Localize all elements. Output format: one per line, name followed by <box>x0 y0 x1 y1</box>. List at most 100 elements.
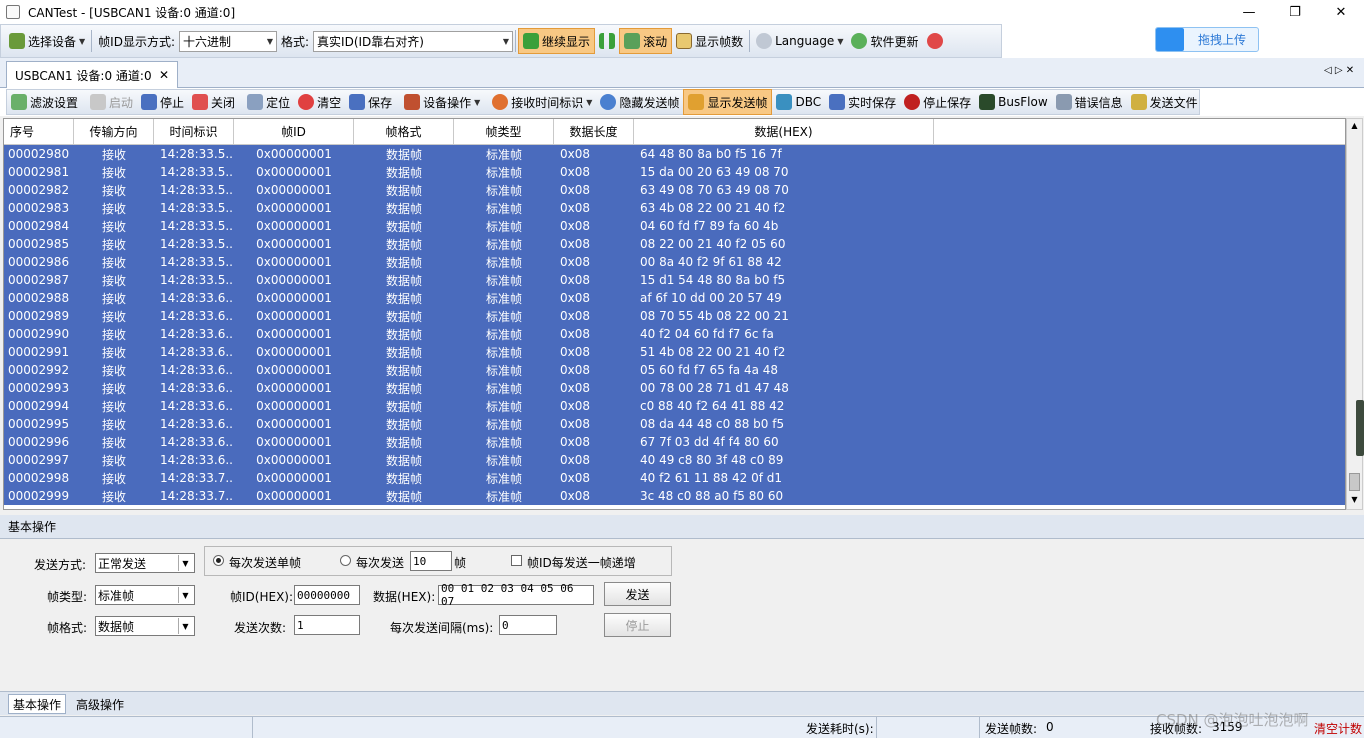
table-cell: 接收 <box>101 219 126 234</box>
basic-panel-header: 基本操作 <box>0 515 1364 539</box>
id-format-select[interactable]: 十六进制 ▼ <box>179 30 277 52</box>
table-cell: 14:28:33.6... <box>160 417 234 431</box>
send-mode-select[interactable]: 正常发送 ▼ <box>95 553 195 573</box>
close-tab-icon[interactable]: ✕ <box>159 68 169 82</box>
stop-save-button[interactable]: 停止保存 <box>900 89 975 115</box>
tab-basic[interactable]: 基本操作 <box>8 694 67 714</box>
table-row[interactable]: 00002987 接收 14:28:33.5... 0x00000001 数据帧 标准帧 0… <box>4 271 1345 289</box>
data-input[interactable]: 00 01 02 03 04 05 06 07 <box>438 582 594 608</box>
table-row[interactable]: 00002992 接收 14:28:33.6... 0x00000001 数据帧 标准帧 0… <box>4 361 1345 379</box>
column-header[interactable]: 帧类型 <box>454 119 554 144</box>
minimize-button[interactable]: — <box>1226 0 1272 24</box>
clear-count-link[interactable]: 清空计数 <box>1314 720 1362 737</box>
table-row[interactable]: 00002981 接收 14:28:33.5... 0x00000001 数据帧 标准帧 0… <box>4 163 1345 181</box>
table-row[interactable]: 00002990 接收 14:28:33.6... 0x00000001 数据帧 标准帧 0… <box>4 325 1345 343</box>
filter-settings-button[interactable]: 滤波设置 <box>7 89 82 115</box>
column-header[interactable]: 序号 <box>4 119 74 144</box>
start-button[interactable]: 启动 <box>86 89 137 115</box>
help-button[interactable] <box>923 28 947 54</box>
table-cell: 0x00000001 <box>256 237 332 251</box>
column-header[interactable]: 数据长度 <box>554 119 634 144</box>
clear-button[interactable]: 清空 <box>294 89 345 115</box>
column-header[interactable]: 时间标识 <box>154 119 234 144</box>
table-cell: 0x00000001 <box>256 255 332 269</box>
table-row[interactable]: 00002980 接收 14:28:33.5... 0x00000001 数据帧 标准帧 0… <box>4 145 1345 163</box>
stop-send-button[interactable]: 停止 <box>604 613 671 637</box>
table-row[interactable]: 00002995 接收 14:28:33.6... 0x00000001 数据帧 标准帧 0… <box>4 415 1345 433</box>
maximize-button[interactable]: ❐ <box>1272 0 1318 24</box>
device-ops-button[interactable]: 设备操作 ▼ <box>400 89 484 115</box>
table-row[interactable]: 00002999 接收 14:28:33.7... 0x00000001 数据帧 标准帧 0… <box>4 487 1345 505</box>
table-row[interactable]: 00002991 接收 14:28:33.6... 0x00000001 数据帧 标准帧 0… <box>4 343 1345 361</box>
table-row[interactable]: 00002998 接收 14:28:33.7... 0x00000001 数据帧 标准帧 0… <box>4 469 1345 487</box>
frame-type-select[interactable]: 标准帧 ▼ <box>95 585 195 605</box>
continue-display-button[interactable]: 继续显示 <box>518 28 596 54</box>
radio-single[interactable] <box>213 555 224 566</box>
table-row[interactable]: 00002989 接收 14:28:33.6... 0x00000001 数据帧 标准帧 0… <box>4 307 1345 325</box>
column-header[interactable]: 传输方向 <box>74 119 154 144</box>
column-header[interactable]: 数据(HEX) <box>634 119 934 144</box>
table-cell: 0x08 <box>560 363 591 377</box>
hide-send-frames-button[interactable]: 隐藏发送帧 <box>596 89 683 115</box>
table-row[interactable]: 00002997 接收 14:28:33.6... 0x00000001 数据帧 标准帧 0… <box>4 451 1345 469</box>
close-device-button[interactable]: 关闭 <box>188 89 239 115</box>
send-button[interactable]: 发送 <box>604 582 671 606</box>
table-row[interactable]: 00002982 接收 14:28:33.5... 0x00000001 数据帧 标准帧 0… <box>4 181 1345 199</box>
table-row[interactable]: 00002983 接收 14:28:33.5... 0x00000001 数据帧 标准帧 0… <box>4 199 1345 217</box>
tab-usbcan1[interactable]: USBCAN1 设备:0 通道:0 ✕ <box>6 61 178 88</box>
frame-format-select[interactable]: 数据帧 ▼ <box>95 616 195 636</box>
stop-button[interactable]: 停止 <box>137 89 188 115</box>
software-update-button[interactable]: 软件更新 <box>847 28 922 54</box>
save-button[interactable]: 保存 <box>345 89 396 115</box>
radio-multi[interactable] <box>340 555 351 566</box>
table-row[interactable]: 00002988 接收 14:28:33.6... 0x00000001 数据帧 标准帧 0… <box>4 289 1345 307</box>
locate-button[interactable]: 定位 <box>243 89 294 115</box>
show-frame-count-button[interactable]: 显示帧数 <box>672 28 747 54</box>
table-row[interactable]: 00002985 接收 14:28:33.5... 0x00000001 数据帧 标准帧 0… <box>4 235 1345 253</box>
tab-nav-icons[interactable]: ◁ ▷ ✕ <box>1324 65 1354 76</box>
pause-button[interactable] <box>595 28 619 54</box>
table-cell: 数据帧 <box>385 471 422 486</box>
frame-format-value: 数据帧 <box>98 619 135 634</box>
table-row[interactable]: 00002986 接收 14:28:33.5... 0x00000001 数据帧 标准帧 0… <box>4 253 1345 271</box>
table-cell: 00002990 <box>8 327 70 341</box>
table-cell: 0x00000001 <box>256 471 332 485</box>
table-row[interactable]: 00002984 接收 14:28:33.5... 0x00000001 数据帧 标准帧 0… <box>4 217 1345 235</box>
scroll-down-icon[interactable]: ▼ <box>1349 495 1360 505</box>
table-row[interactable]: 00002996 接收 14:28:33.6... 0x00000001 数据帧 标准帧 0… <box>4 433 1345 451</box>
realtime-save-button[interactable]: 实时保存 <box>825 89 900 115</box>
error-info-button[interactable]: 错误信息 <box>1052 89 1127 115</box>
select-device-button[interactable]: 选择设备 ▼ <box>5 28 89 54</box>
table-cell: 0x08 <box>560 165 591 179</box>
format-select[interactable]: 真实ID(ID靠右对齐) ▼ <box>313 30 514 52</box>
increment-checkbox[interactable] <box>511 555 522 566</box>
dbc-button[interactable]: DBC <box>772 89 825 115</box>
recv-timestamp-button[interactable]: 接收时间标识 ▼ <box>488 89 596 115</box>
show-send-frames-button[interactable]: 显示发送帧 <box>683 89 773 115</box>
table-cell: 接收 <box>101 363 126 378</box>
send-file-button[interactable]: 发送文件 <box>1127 89 1202 115</box>
scroll-button[interactable]: 滚动 <box>619 28 673 54</box>
busflow-button[interactable]: BusFlow <box>975 89 1051 115</box>
frame-format-label: 帧格式: <box>47 621 88 635</box>
column-header[interactable]: 帧格式 <box>354 119 454 144</box>
message-grid[interactable]: 序号 传输方向 时间标识 帧ID 帧格式 帧类型 数据长度 数据(HEX) 00002980 接… <box>3 118 1346 510</box>
column-header[interactable]: 帧ID <box>234 119 354 144</box>
send-times-input[interactable]: 1 <box>294 615 360 635</box>
table-cell: 00002982 <box>8 183 70 197</box>
table-cell: 0x08 <box>560 489 591 503</box>
interval-input[interactable]: 0 <box>499 615 557 635</box>
table-row[interactable]: 00002993 接收 14:28:33.6... 0x00000001 数据帧 标准帧 0… <box>4 379 1345 397</box>
tab-advanced[interactable]: 高级操作 <box>76 696 124 713</box>
upload-button[interactable]: 拖拽上传 <box>1155 27 1259 52</box>
table-cell: 数据帧 <box>385 291 422 306</box>
scroll-thumb[interactable] <box>1349 473 1360 491</box>
send-file-label: 发送文件 <box>1149 95 1198 110</box>
table-row[interactable]: 00002994 接收 14:28:33.6... 0x00000001 数据帧 标准帧 0… <box>4 397 1345 415</box>
table-cell: 标准帧 <box>485 345 522 360</box>
frame-id-input[interactable]: 00000000 <box>294 585 360 605</box>
close-window-button[interactable]: ✕ <box>1318 0 1364 24</box>
multi-count-input[interactable]: 10 <box>410 551 452 571</box>
scroll-up-icon[interactable]: ▲ <box>1349 121 1360 131</box>
language-button[interactable]: Language ▼ <box>752 28 847 54</box>
